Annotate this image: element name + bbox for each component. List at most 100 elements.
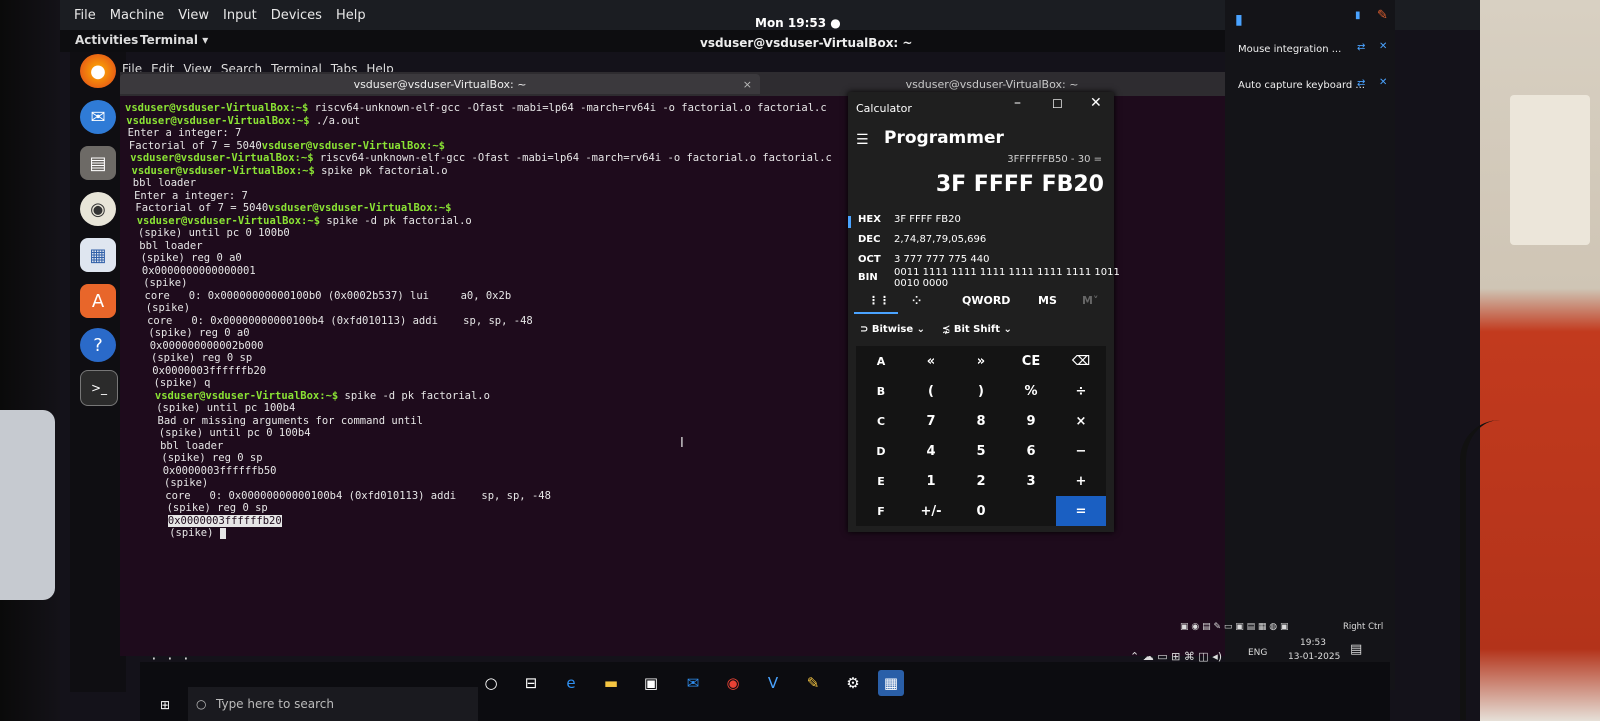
calc-key[interactable]: 3 [1006,466,1056,496]
mail-icon[interactable]: ✉ [80,100,116,134]
vbox-menu-view[interactable]: View [178,8,209,23]
calc-key[interactable]: ⌫ [1056,346,1106,376]
terminal-icon[interactable]: >_ [80,370,118,406]
clock[interactable]: Mon 19:53 ● [755,16,841,30]
calc-key[interactable]: 2 [956,466,1006,496]
pin-icon[interactable]: ▮ [1355,10,1361,21]
calc-key[interactable]: D [856,436,906,466]
maximize-icon[interactable]: ☐ [1052,97,1063,111]
terminal-tab-2[interactable]: vsduser@vsduser-VirtualBox: ~ [762,74,1222,94]
search-input[interactable]: ○ Type here to search [188,687,478,721]
calc-key[interactable]: » [956,346,1006,376]
file-explorer-icon[interactable]: ▬ [598,670,624,696]
calculator-expression: 3FFFFFFB50 - 30 = [1007,154,1102,165]
memory-list-button[interactable]: M˅ [1082,294,1098,307]
calc-key[interactable]: A [856,346,906,376]
terminal-line: (spike) reg 0 sp [151,352,253,364]
terminal-line: (spike) reg 0 sp [161,452,263,464]
vbox-menu-input[interactable]: Input [223,8,257,23]
calc-key[interactable]: 0 [956,496,1006,526]
keypad-icon[interactable]: ⋮⋮ [868,294,890,307]
calc-key[interactable]: C [856,406,906,436]
calc-key[interactable]: ) [956,376,1006,406]
calc-key[interactable]: = [1056,496,1106,526]
writer-icon[interactable]: ▦ [80,238,116,272]
bitwise-dropdown[interactable]: ⊃ Bitwise ⌄ [860,324,925,335]
calc-key[interactable]: F [856,496,906,526]
calculator-taskbar-icon[interactable]: ▦ [878,670,904,696]
taskbar-time[interactable]: 19:53 [1300,638,1326,648]
mouse-integration-toggle[interactable]: ⇄ [1357,42,1365,53]
calc-key[interactable]: − [1056,436,1106,466]
terminal-tab-1[interactable]: vsduser@vsduser-VirtualBox: ~ × [120,74,760,94]
hamburger-icon[interactable]: ☰ [856,132,869,148]
word-size-button[interactable]: QWORD [962,294,1010,307]
calc-key[interactable]: 9 [1006,406,1056,436]
calc-key[interactable] [1006,496,1056,526]
close-icon[interactable]: ✕ [1090,95,1102,111]
calc-key[interactable]: % [1006,376,1056,406]
calc-key[interactable]: 4 [906,436,956,466]
close-icon[interactable]: × [743,78,752,91]
close-icon[interactable]: ✕ [1379,41,1387,52]
radix-oct[interactable]: OCT 3 777 777 775 440 [858,254,989,265]
calc-key[interactable]: E [856,466,906,496]
help-icon[interactable]: ? [80,328,116,362]
minimize-icon[interactable]: – [1014,95,1021,111]
calc-key[interactable]: + [1056,466,1106,496]
bit-toggle-icon[interactable]: ⁘ [912,294,921,307]
windows-start-icon[interactable]: ⊞ [152,692,178,718]
mail-icon[interactable]: ✉ [680,670,706,696]
calc-key[interactable]: 1 [906,466,956,496]
task-view-icon[interactable]: ○ [478,670,504,696]
calc-key[interactable]: ÷ [1056,376,1106,406]
keyboard-capture-toggle[interactable]: ⇄ [1357,78,1365,89]
calc-key[interactable]: +/- [906,496,956,526]
close-icon[interactable]: ✕ [1379,77,1387,88]
vbox-menu-file[interactable]: File [74,8,96,23]
calc-key[interactable]: ( [906,376,956,406]
ubuntu-dock: ● ✉ ▤ ◉ ▦ A ? >_ [70,52,126,692]
calc-key[interactable]: B [856,376,906,406]
edit-icon[interactable]: ✎ [1377,8,1388,23]
bitshift-dropdown[interactable]: ⋨ Bit Shift ⌄ [942,324,1012,335]
terminal-line: (spike) [145,302,191,314]
settings-icon[interactable]: ⚙ [840,670,866,696]
notification-center-icon[interactable]: ▤ [1350,642,1362,657]
calc-key[interactable]: 5 [956,436,1006,466]
taskbar-date[interactable]: 13-01-2025 [1288,652,1340,662]
radix-bin[interactable]: BIN 0011 1111 1111 1111 1111 1111 1111 10… [858,267,1120,289]
system-tray-icons[interactable]: ⌃ ☁ ▭ ⊞ ⌘ ◫ ◂) [1130,650,1222,663]
virtualbox-icon[interactable]: V [760,670,786,696]
software-center-icon[interactable]: A [80,284,116,318]
files-icon[interactable]: ▤ [80,146,116,180]
widgets-icon[interactable]: ⊟ [518,670,544,696]
app-menu-terminal[interactable]: Terminal ▾ [140,33,208,47]
vbox-menu-help[interactable]: Help [336,8,366,23]
activities-button[interactable]: Activities [75,33,138,47]
terminal-line: vsduser@vsduser-VirtualBox:~$ spike pk f… [131,164,448,177]
vbox-menu-devices[interactable]: Devices [271,8,322,23]
terminal-line: Factorial of 7 = 5040vsduser@vsduser-Vir… [128,139,445,152]
calc-key[interactable]: 7 [906,406,956,436]
cable [1460,420,1600,720]
firefox-icon[interactable]: ● [80,54,116,88]
radix-hex[interactable]: HEX 3F FFFF FB20 [858,214,961,225]
calc-key[interactable]: 6 [1006,436,1056,466]
vbox-menu-machine[interactable]: Machine [110,8,164,23]
radix-dec[interactable]: DEC 2,74,87,79,05,696 [858,234,986,245]
calc-key[interactable]: CE [1006,346,1056,376]
store-icon[interactable]: ▣ [638,670,664,696]
terminal-output[interactable]: vsduser@vsduser-VirtualBox:~$ riscv64-un… [120,96,850,656]
language-indicator[interactable]: ENG [1248,648,1267,658]
edge-icon[interactable]: e [558,670,584,696]
calc-key[interactable]: « [906,346,956,376]
background-laptop [0,410,55,600]
chrome-icon[interactable]: ◉ [720,670,746,696]
calc-key[interactable]: × [1056,406,1106,436]
paint-icon[interactable]: ✎ [800,670,826,696]
notification-icon[interactable]: ▮ [1235,12,1243,28]
memory-store-button[interactable]: MS [1038,294,1057,307]
calc-key[interactable]: 8 [956,406,1006,436]
rhythmbox-icon[interactable]: ◉ [80,192,116,226]
